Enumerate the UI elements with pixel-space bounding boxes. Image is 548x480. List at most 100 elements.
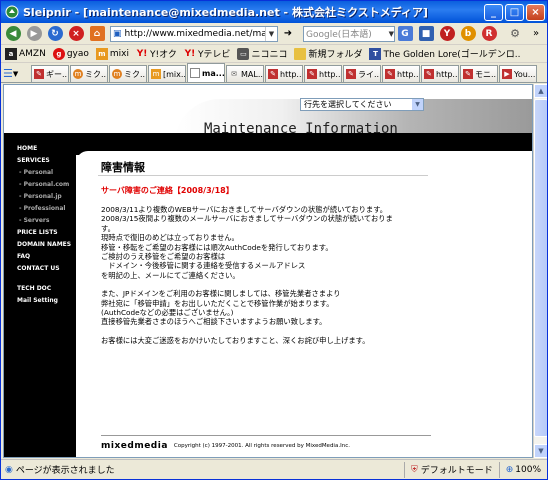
nav-faq[interactable]: FAQ <box>17 251 79 263</box>
bookmark-nicovideo[interactable]: ▭ ニコニコ <box>237 47 287 60</box>
bookmark-folder[interactable]: 新規フォルダ <box>294 47 362 60</box>
bookmark-gyao[interactable]: g gyao <box>52 47 89 60</box>
page-icon <box>190 68 200 78</box>
navigation-toolbar: ◀ ▶ ↻ × ⌂ ▣ http://www.mixedmedia.net/ma… <box>1 23 547 45</box>
yahoo-icon: Y <box>439 26 455 41</box>
tab[interactable]: ✎ http... <box>304 65 342 82</box>
tab[interactable]: ✎ ライ... <box>343 65 381 82</box>
scrollbar-thumb[interactable] <box>534 99 547 437</box>
mixedmedia-icon: m <box>112 69 122 79</box>
notice-body: 2008/3/11より複数のWEBサーバにおきましてサーバダウンの状態が続いてお… <box>101 205 413 345</box>
tab[interactable]: ✎ http... <box>265 65 303 82</box>
page-icon: ✎ <box>385 69 395 79</box>
refresh-button[interactable]: ↻ <box>45 25 65 43</box>
zoom-indicator[interactable]: ⊕ 100% <box>498 461 547 478</box>
mode-indicator[interactable]: ⛨ デフォルトモード <box>403 461 499 478</box>
nav-servers[interactable]: - Servers <box>17 215 79 227</box>
address-bar[interactable]: ▣ http://www.mixedmedia.net/mainteh ▼ <box>110 25 278 42</box>
bookmark-icon: b <box>460 26 476 41</box>
nav-services[interactable]: SERVICES <box>17 155 79 167</box>
bookmarks-bar: a AMZN g gyao m mixi Y! Y!オク Y! Yテレビ ▭ ニコニコ 新規… <box>1 45 547 63</box>
nav-home[interactable]: HOME <box>17 143 79 155</box>
paragraph: お客様には大変ご迷惑をおかけいたしておりますこと、深くお詫び申し上げます。 <box>101 335 370 345</box>
rss-button[interactable]: R <box>479 25 499 43</box>
google-search-button[interactable]: G <box>395 25 415 43</box>
tab[interactable]: ▶ You... <box>499 65 537 82</box>
minimize-button[interactable]: _ <box>484 3 503 21</box>
tab[interactable]: ✎ http... <box>421 65 459 82</box>
nicovideo-icon: ▭ <box>237 47 250 60</box>
bookmark-amzn[interactable]: a AMZN <box>5 47 46 60</box>
settings-button[interactable]: ⚙ <box>505 25 525 43</box>
chevron-down-icon: ▼ <box>12 69 19 78</box>
forward-button[interactable]: ▶ <box>24 25 44 43</box>
tab[interactable]: m [mix... <box>148 65 186 82</box>
tab[interactable]: ✎ ギー... <box>31 65 69 82</box>
page-footer: mixedmedia Copyright (c) 1997-2001. All … <box>101 441 350 451</box>
globe-icon: ◉ <box>5 464 13 475</box>
mixi-icon: m <box>95 47 108 60</box>
tab-bar: ☰ ▼ ✎ ギー... m ミク... m ミク... m [mix... ma... ✉… <box>1 63 547 83</box>
search-dropdown-icon[interactable]: ▼ <box>389 30 394 38</box>
tab[interactable]: ✎ http... <box>382 65 420 82</box>
browser-window: Sleipnir - [maintenance@mixedmedia.net -… <box>0 0 548 480</box>
back-button[interactable]: ◀ <box>3 25 23 43</box>
sidebar-nav: HOME SERVICES - Personal - Personal.com … <box>17 143 79 307</box>
bookmark-mixi[interactable]: m mixi <box>95 47 129 60</box>
highlight-button[interactable]: ■ <box>416 25 436 43</box>
maximize-button[interactable]: □ <box>505 3 524 21</box>
close-button[interactable]: × <box>526 3 545 21</box>
search-input[interactable]: Google(日本語) <box>306 27 372 40</box>
nav-professional[interactable]: - Professional <box>17 203 79 215</box>
destination-select[interactable]: 行先を選択してください ▼ <box>300 98 424 111</box>
home-icon: ⌂ <box>89 26 105 41</box>
yahoo-button[interactable]: Y <box>437 25 457 43</box>
scroll-down-arrow-icon[interactable]: ▼ <box>534 444 547 458</box>
yahoo-tv-icon: Y! <box>184 48 196 59</box>
google-icon: G <box>397 26 413 41</box>
tab[interactable]: m ミク... <box>109 65 147 82</box>
notice-heading: サーバ障害のご連絡【2008/3/18】 <box>101 186 234 195</box>
bookmark-golden-lore[interactable]: T The Golden Lore(ゴールデンロ.. <box>369 47 521 60</box>
tab[interactable]: ✉ MAL... <box>226 65 264 82</box>
bookmark-button[interactable]: b <box>458 25 478 43</box>
nav-personal[interactable]: - Personal <box>17 167 79 179</box>
bookmark-yahoo-auction[interactable]: Y! Y!オク <box>136 47 177 61</box>
nav-price-lists[interactable]: PRICE LISTS <box>17 227 79 239</box>
stop-button[interactable]: × <box>66 25 86 43</box>
rss-icon: R <box>481 26 497 41</box>
title-bar: Sleipnir - [maintenance@mixedmedia.net -… <box>1 1 547 23</box>
page-icon: ✎ <box>463 69 473 79</box>
scroll-up-arrow-icon[interactable]: ▲ <box>534 84 547 98</box>
shield-icon: ⛨ <box>410 464 418 475</box>
page-icon: ▣ <box>113 28 122 39</box>
title-divider <box>98 175 428 176</box>
nav-domain-names[interactable]: DOMAIN NAMES <box>17 239 79 251</box>
zoom-icon: ⊕ <box>505 464 514 475</box>
tab[interactable]: m ミク... <box>70 65 108 82</box>
tab[interactable]: ✎ モニ... <box>460 65 498 82</box>
tab-active[interactable]: ma... <box>187 63 225 82</box>
nav-personal-jp[interactable]: - Personal.jp <box>17 191 79 203</box>
toolbar-overflow-button[interactable]: » <box>526 25 546 43</box>
address-input[interactable]: http://www.mixedmedia.net/mainteh <box>125 29 265 39</box>
chevron-down-icon: ▼ <box>412 99 423 110</box>
nav-contact-us[interactable]: CONTACT US <box>17 263 79 275</box>
home-button[interactable]: ⌂ <box>87 25 107 43</box>
window-title: Sleipnir - [maintenance@mixedmedia.net -… <box>23 6 428 19</box>
paragraph: また、JPドメインをご利用のお客様に関しましては、移管先業者さまより 弊社宛に「… <box>101 289 341 327</box>
nav-personal-com[interactable]: - Personal.com <box>17 179 79 191</box>
bookmark-yahoo-tv[interactable]: Y! Yテレビ <box>184 47 231 61</box>
go-button[interactable]: ➜ <box>278 25 298 43</box>
vertical-scrollbar[interactable]: ▲ ▼ <box>533 84 547 458</box>
page-icon: ✎ <box>34 69 44 79</box>
gear-icon: ⚙ <box>510 27 520 40</box>
nav-tech-doc[interactable]: TECH DOC <box>17 283 79 295</box>
youtube-icon: ▶ <box>502 69 512 79</box>
mixi-icon: m <box>151 69 161 79</box>
address-dropdown-icon[interactable]: ▼ <box>265 26 277 41</box>
search-field[interactable]: Google(日本語) ▼ <box>303 25 395 42</box>
nav-mail-setting[interactable]: Mail Setting <box>17 295 79 307</box>
tab-list-button[interactable]: ☰ ▼ <box>3 65 29 82</box>
page-icon: ✎ <box>268 69 278 79</box>
